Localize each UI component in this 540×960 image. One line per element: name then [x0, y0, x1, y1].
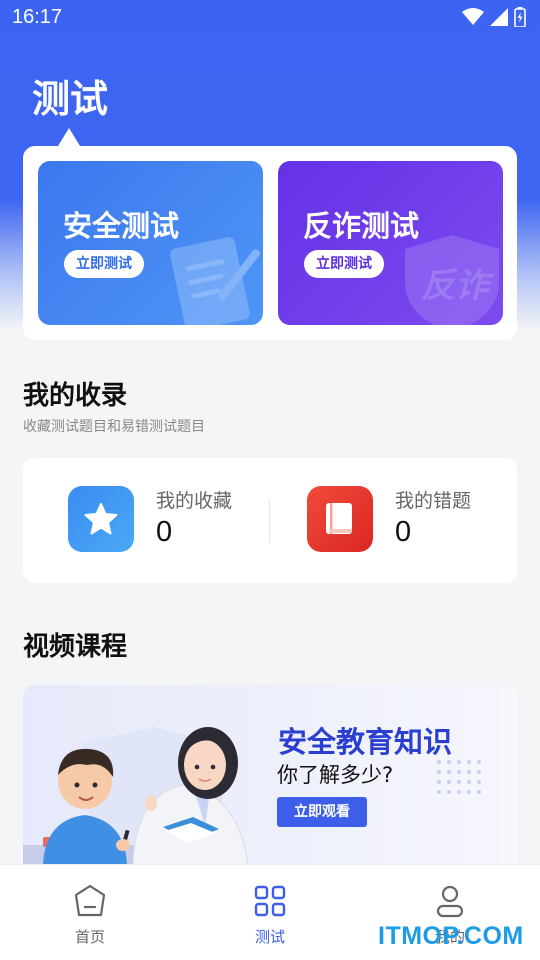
- banner-subtitle: 你了解多少?: [277, 763, 394, 787]
- watermark: ITMOP.COM: [378, 922, 524, 950]
- video-section-title: 视频课程: [23, 632, 128, 662]
- safety-test-card[interactable]: 安全测试 立即测试: [38, 161, 263, 325]
- status-time: 16:17: [12, 6, 63, 28]
- favorites-icon-tile: [68, 486, 134, 552]
- safety-test-button[interactable]: 立即测试: [64, 250, 144, 278]
- teacher-student-illustration: [23, 727, 249, 865]
- collection-subtitle: 收藏测试题目和易错测试题目: [23, 419, 205, 435]
- fraud-test-button[interactable]: 立即测试: [304, 250, 384, 278]
- collection-title: 我的收录: [23, 381, 128, 411]
- document-pen-icon: [170, 237, 261, 325]
- wrong-answers-icon-tile: [307, 486, 373, 552]
- collection-panel: 我的收藏 0 我的错题 0: [23, 458, 517, 583]
- star-icon: [84, 503, 118, 535]
- tab-home-label: 首页: [74, 928, 105, 946]
- book-icon: [326, 503, 352, 534]
- wifi-icon: [462, 8, 484, 25]
- safety-test-title: 安全测试: [63, 209, 180, 243]
- favorites-count: 0: [156, 516, 173, 548]
- banner-title: 安全教育知识: [278, 725, 453, 759]
- test-panel: 安全测试 立即测试 反诈 反诈测试 立即测试: [23, 146, 517, 340]
- wrong-answers-label: 我的错题: [395, 490, 472, 512]
- video-course-banner[interactable]: 安全教育知识 你了解多少? 立即观看: [23, 685, 517, 865]
- home-icon: [74, 884, 106, 917]
- fraud-test-card[interactable]: 反诈 反诈测试 立即测试: [278, 161, 503, 325]
- favorites-label: 我的收藏: [156, 490, 233, 512]
- status-bar: 16:17: [0, 0, 540, 36]
- user-icon: [436, 885, 464, 918]
- collection-divider: [269, 499, 270, 543]
- fraud-test-title: 反诈测试: [303, 209, 420, 243]
- tab-home[interactable]: 首页: [0, 865, 180, 960]
- wrong-answers-item[interactable]: 我的错题 0: [307, 486, 487, 554]
- watch-now-button[interactable]: 立即观看: [277, 797, 367, 827]
- grid-icon: [254, 885, 286, 917]
- battery-icon: [514, 7, 526, 27]
- title-pointer: [58, 128, 80, 146]
- favorites-item[interactable]: 我的收藏 0: [68, 486, 248, 554]
- dot-pattern-decoration: [437, 760, 481, 794]
- fraud-shield-text: 反诈: [421, 266, 495, 306]
- wrong-answers-count: 0: [395, 516, 412, 548]
- tab-test-label: 测试: [254, 928, 285, 946]
- status-icons: [462, 7, 526, 27]
- tab-test[interactable]: 测试: [180, 865, 360, 960]
- signal-icon: [490, 8, 508, 26]
- page-title: 测试: [32, 77, 109, 121]
